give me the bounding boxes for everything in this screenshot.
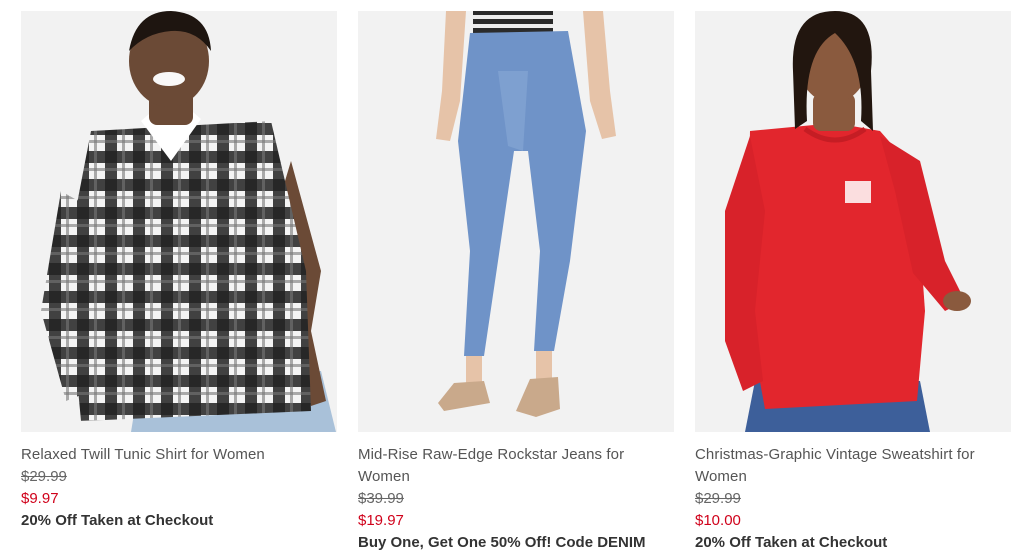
product-card: Mid-Rise Raw-Edge Rockstar Jeans for Wom…	[358, 0, 674, 551]
promo-message: Buy One, Get One 50% Off! Code DENIM	[358, 534, 646, 551]
product-info: Relaxed Twill Tunic Shirt for Women $29.…	[21, 444, 337, 532]
product-name-link[interactable]: Mid-Rise Raw-Edge Rockstar Jeans for Wom…	[358, 444, 674, 488]
product-name-link[interactable]: Relaxed Twill Tunic Shirt for Women	[21, 444, 337, 466]
original-price: $29.99	[695, 490, 741, 507]
promo-message: 20% Off Taken at Checkout	[695, 534, 888, 551]
plaid-shirt-model-illustration	[21, 11, 337, 432]
sale-price: $19.97	[358, 512, 404, 529]
sale-price: $10.00	[695, 512, 741, 529]
jeans-model-illustration	[358, 11, 674, 432]
product-card: Relaxed Twill Tunic Shirt for Women $29.…	[21, 0, 337, 529]
product-info: Christmas-Graphic Vintage Sweatshirt for…	[695, 444, 1011, 554]
product-card: Christmas-Graphic Vintage Sweatshirt for…	[695, 0, 1011, 551]
product-name-link[interactable]: Christmas-Graphic Vintage Sweatshirt for…	[695, 444, 1011, 488]
product-image-christmas-sweatshirt[interactable]	[695, 11, 1011, 432]
original-price: $29.99	[21, 468, 67, 485]
promo-message: 20% Off Taken at Checkout	[21, 512, 214, 529]
red-sweatshirt-model-illustration	[695, 11, 1011, 432]
product-image-rockstar-jeans[interactable]	[358, 11, 674, 432]
product-info: Mid-Rise Raw-Edge Rockstar Jeans for Wom…	[358, 444, 674, 554]
original-price: $39.99	[358, 490, 404, 507]
sale-price: $9.97	[21, 490, 59, 507]
product-image-plaid-tunic[interactable]	[21, 11, 337, 432]
